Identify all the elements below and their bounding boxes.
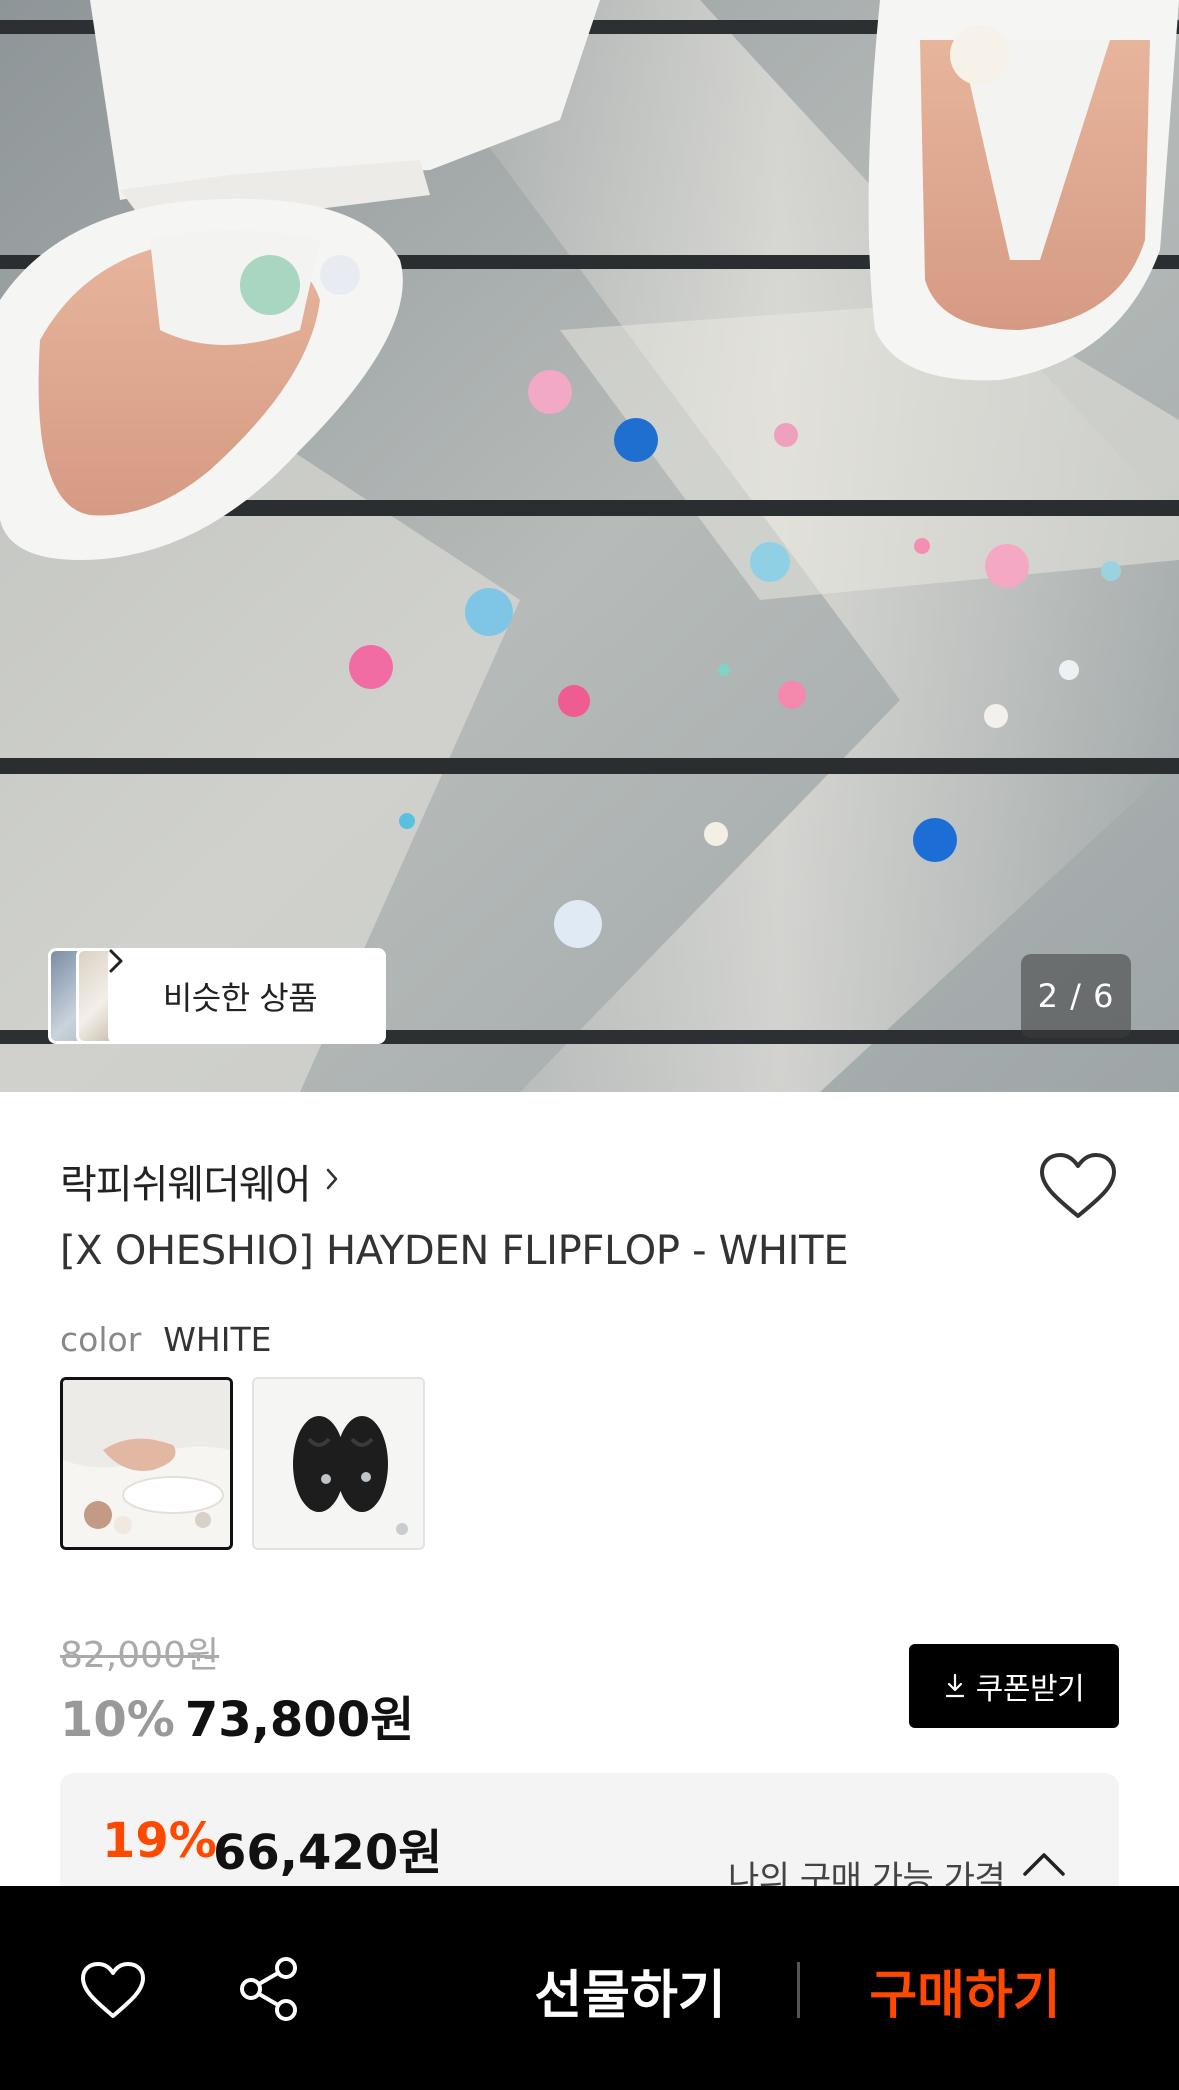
product-title: [X OHESHIO] HAYDEN FLIPFLOP - WHITE (60, 1228, 849, 1274)
my-discount-rate: 19% (102, 1813, 217, 1869)
buy-button[interactable]: 구매하기 (850, 1946, 1080, 2034)
discount-rate: 10% (60, 1692, 175, 1748)
chevron-up-icon[interactable] (1022, 1851, 1066, 1881)
original-price: 82,000원 (60, 1635, 220, 1676)
similar-products-label: 비슷한 상품 (162, 979, 318, 1017)
share-button[interactable] (238, 1956, 300, 2022)
image-pager: 2 / 6 (1021, 954, 1131, 1038)
brand-link[interactable]: 락피쉬웨더웨어 (60, 1152, 339, 1210)
my-price: 66,420원 (213, 1825, 443, 1881)
heart-icon (1040, 1153, 1116, 1218)
similar-products-card[interactable]: 비슷한 상품 (108, 948, 386, 1044)
product-image-gallery[interactable]: 비슷한 상품 2 / 6 (0, 0, 1179, 1092)
gift-button[interactable]: 선물하기 (520, 1946, 740, 2034)
divider (797, 1962, 800, 2018)
download-icon (945, 1673, 964, 1698)
color-row: color WHITE (60, 1320, 271, 1359)
swatch-image-black (254, 1379, 423, 1548)
swatch-image-white (63, 1380, 230, 1547)
bottom-action-bar: 선물하기 구매하기 (0, 1886, 1179, 2090)
color-value: WHITE (163, 1320, 272, 1359)
wishlist-button[interactable] (80, 1962, 146, 2020)
product-photo (0, 0, 1179, 1092)
color-label: color (60, 1320, 142, 1359)
brand-name: 락피쉬웨더웨어 (60, 1162, 312, 1208)
coupon-download-button[interactable]: 쿠폰받기 (909, 1644, 1119, 1728)
sale-price: 73,800원 (184, 1692, 415, 1748)
similar-products-button[interactable]: 비슷한 상품 (48, 948, 386, 1044)
coupon-label: 쿠폰받기 (975, 1672, 1085, 1707)
share-icon (240, 1957, 297, 2021)
like-button[interactable] (1038, 1152, 1118, 1222)
color-swatch-white[interactable] (60, 1377, 233, 1550)
heart-icon (81, 1962, 145, 2018)
color-swatch-black[interactable] (252, 1377, 425, 1550)
sale-price-row: 10% 73,800원 (60, 1680, 414, 1750)
chevron-right-icon (325, 1167, 339, 1195)
